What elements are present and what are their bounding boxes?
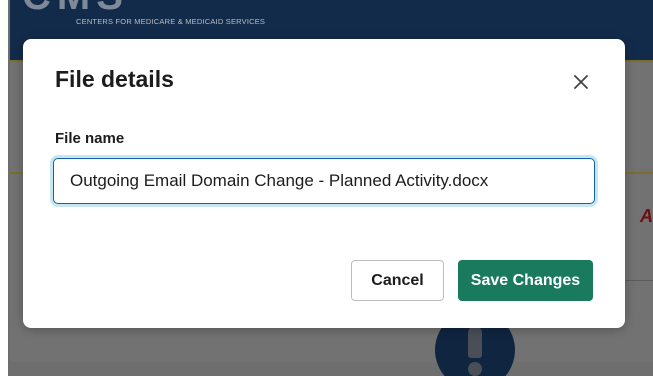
- background-rule-left: [10, 172, 24, 174]
- background-rule-right: [625, 172, 653, 174]
- screen: CMS CENTERS FOR MEDICARE & MEDICAID SERV…: [0, 0, 653, 376]
- save-changes-button[interactable]: Save Changes: [458, 260, 593, 301]
- close-icon: [566, 67, 596, 97]
- cancel-button[interactable]: Cancel: [351, 260, 444, 301]
- alert-icon-dot: [468, 362, 482, 376]
- dialog-title: File details: [55, 66, 174, 92]
- file-details-dialog: File details File name Cancel Save Chang…: [23, 39, 625, 328]
- close-button[interactable]: [566, 67, 596, 97]
- alert-icon-bar: [468, 326, 482, 358]
- background-logo-text: CENTERS FOR MEDICARE & MEDICAID SERVICES: [76, 17, 266, 26]
- file-name-input[interactable]: [53, 158, 595, 204]
- file-name-label: File name: [55, 130, 125, 147]
- background-partial-text: A: [640, 206, 653, 226]
- background-logo-mark: CMS: [22, 0, 242, 18]
